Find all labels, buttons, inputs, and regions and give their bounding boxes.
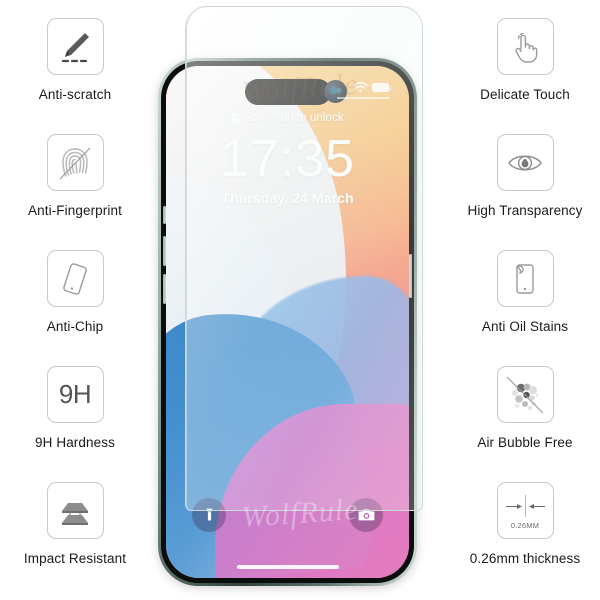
feature-label: Anti-scratch xyxy=(38,87,112,102)
feature-9h-hardness: 9H 9H Hardness xyxy=(0,366,150,482)
volume-down-button[interactable] xyxy=(163,274,166,304)
home-indicator[interactable] xyxy=(236,565,339,569)
arrow-left-icon xyxy=(528,503,545,509)
feature-anti-fingerprint: Anti-Fingerprint xyxy=(0,134,150,250)
feature-label: Air Bubble Free xyxy=(477,435,573,450)
feature-label: 9H Hardness xyxy=(35,435,115,450)
thickness-badge-text: 0.26MM xyxy=(510,521,540,530)
feature-delicate-touch: Delicate Touch xyxy=(450,18,600,134)
feature-label: Impact Resistant xyxy=(23,551,127,566)
feature-impact-resistant: Impact Resistant xyxy=(0,482,150,598)
hand-touch-icon xyxy=(496,18,554,75)
feature-label: Anti Oil Stains xyxy=(481,319,569,334)
impact-layers-icon xyxy=(46,482,104,539)
hardness-9h-icon: 9H xyxy=(46,366,104,423)
feature-label: Delicate Touch xyxy=(480,87,570,102)
hardness-badge-text: 9H xyxy=(58,379,92,409)
camera-icon xyxy=(358,509,374,521)
feature-air-bubble-free: Air Bubble Free xyxy=(450,366,600,482)
thickness-arrows xyxy=(505,495,545,517)
phone-tilt-icon xyxy=(46,250,104,307)
pen-scratch-icon xyxy=(46,18,104,75)
bubbles-icon xyxy=(496,366,554,423)
feature-anti-scratch: Anti-scratch xyxy=(0,18,150,134)
features-column-right: Delicate Touch High Transparency Anti Oi… xyxy=(450,0,600,600)
feature-label: Anti-Fingerprint xyxy=(28,203,122,218)
mute-switch[interactable] xyxy=(163,206,166,224)
eye-icon xyxy=(496,134,554,191)
fingerprint-icon xyxy=(46,134,104,191)
volume-up-button[interactable] xyxy=(163,236,166,266)
glass-protector-edge xyxy=(186,7,422,510)
phone-showcase: Swipe up to unlock 17:35 Thursday, 24 Ma… xyxy=(150,0,450,600)
arrow-right-icon xyxy=(505,503,522,509)
feature-label: Anti-Chip xyxy=(46,319,104,334)
features-column-left: Anti-scratch Anti-Fingerprint Anti-Chip … xyxy=(0,0,150,600)
feature-label: High Transparency xyxy=(467,203,583,218)
thickness-divider xyxy=(524,495,526,517)
thickness-icon: 0.26MM xyxy=(496,482,554,539)
feature-high-transparency: High Transparency xyxy=(450,134,600,250)
feature-thickness: 0.26MM 0.26mm thickness xyxy=(450,482,600,598)
feature-anti-chip: Anti-Chip xyxy=(0,250,150,366)
feature-label: 0.26mm thickness xyxy=(469,551,581,566)
feature-anti-oil-stains: Anti Oil Stains xyxy=(450,250,600,366)
oil-drop-phone-icon xyxy=(496,250,554,307)
